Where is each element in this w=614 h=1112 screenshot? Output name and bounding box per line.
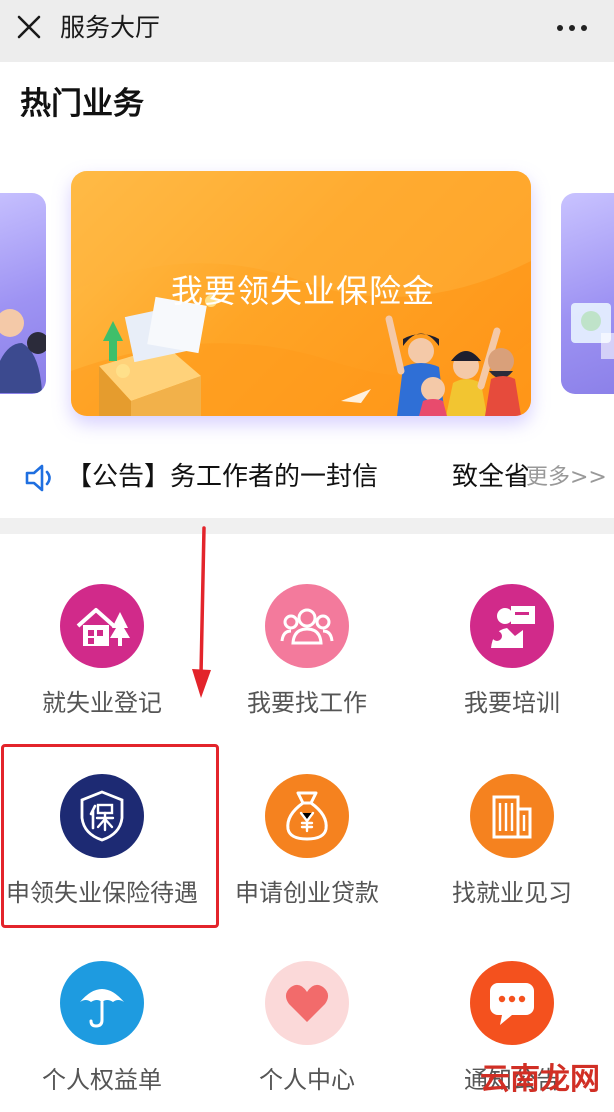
service-label: 找就业见习	[452, 879, 572, 907]
people-group-icon	[265, 584, 349, 668]
service-label: 就失业登记	[42, 689, 162, 717]
more-options-icon[interactable]	[552, 14, 592, 42]
service-internship[interactable]: 找就业见习	[410, 774, 614, 910]
chat-bubble-icon	[470, 961, 554, 1045]
top-bar: 服务大厅	[0, 0, 614, 62]
watermark-logo: 云南龙网	[480, 1062, 600, 1097]
speaker-icon	[24, 462, 56, 494]
service-label: 我要找工作	[247, 689, 367, 717]
heart-icon	[265, 961, 349, 1045]
notice-headline-next[interactable]: 致全省	[452, 458, 528, 496]
notice-bar: 【公告】务工作者的一封信 致全省 更多>>	[0, 440, 614, 516]
service-startup-loan[interactable]: 申请创业贷款	[205, 774, 409, 910]
section-divider	[0, 518, 614, 534]
service-training[interactable]: 我要培训	[410, 584, 614, 720]
service-label: 申请创业贷款	[235, 879, 379, 907]
umbrella-icon	[60, 961, 144, 1045]
house-tree-icon	[60, 584, 144, 668]
page-title: 服务大厅	[60, 13, 161, 42]
annotation-highlight-box	[1, 744, 219, 928]
close-icon[interactable]	[12, 10, 46, 44]
building-icon	[470, 774, 554, 858]
service-personal-rights[interactable]: 个人权益单	[0, 961, 204, 1097]
service-label: 个人权益单	[42, 1066, 162, 1094]
section-title: 热门业务	[20, 86, 144, 122]
notice-more-link[interactable]: 更多>>	[526, 462, 607, 494]
banner-title: 我要领失业保险金	[171, 272, 436, 310]
service-label: 我要培训	[464, 689, 560, 717]
service-employment-registration[interactable]: 就失业登记	[0, 584, 204, 720]
money-bag-icon	[265, 774, 349, 858]
service-find-job[interactable]: 我要找工作	[205, 584, 409, 720]
carousel-next-card[interactable]	[561, 193, 614, 394]
teacher-board-icon	[470, 584, 554, 668]
banner-unemployment-insurance[interactable]: 我要领失业保险金	[71, 171, 531, 416]
notice-headline[interactable]: 【公告】务工作者的一封信	[66, 458, 446, 496]
service-label: 个人中心	[259, 1066, 355, 1094]
carousel-prev-card[interactable]	[0, 193, 46, 394]
service-personal-center[interactable]: 个人中心	[205, 961, 409, 1097]
